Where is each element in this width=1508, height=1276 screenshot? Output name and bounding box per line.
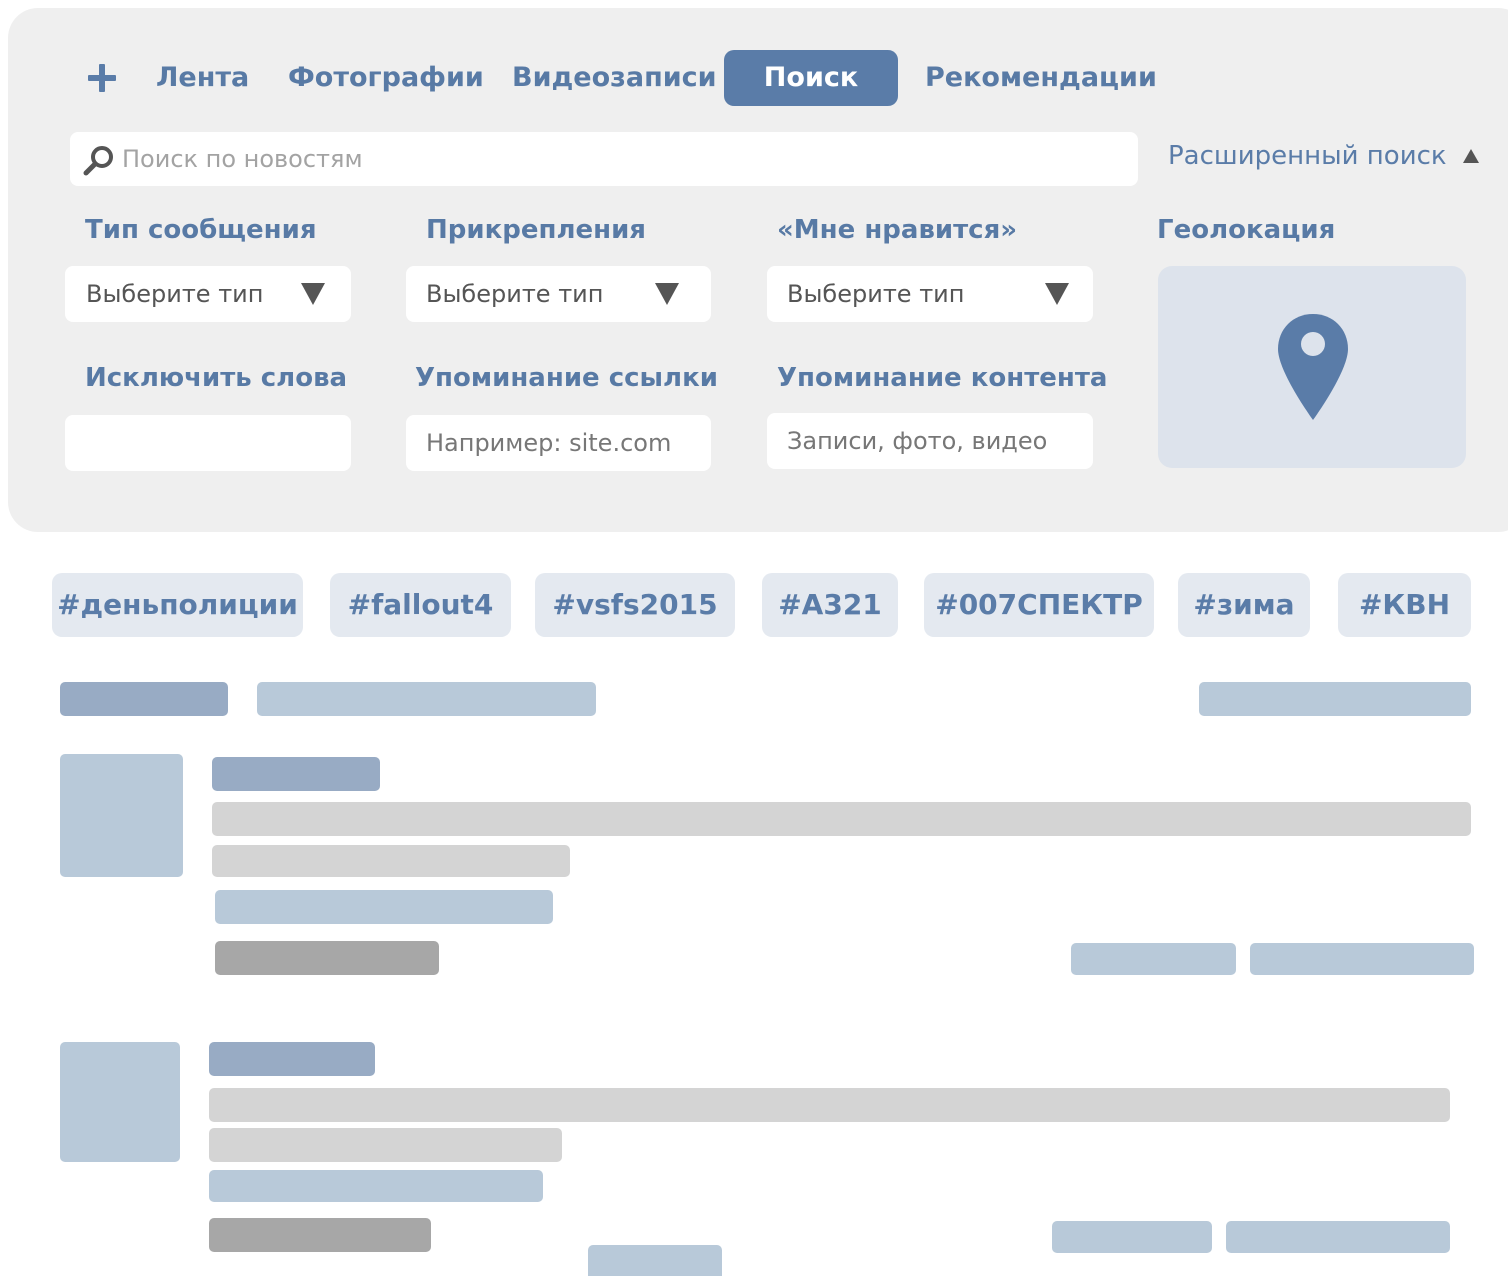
geolocation-label: Геолокация: [1157, 215, 1336, 245]
link-mention-input[interactable]: [426, 420, 696, 466]
tab-feed[interactable]: Лента: [156, 50, 249, 106]
skeleton-bar: [1199, 682, 1471, 716]
search-icon: [83, 146, 113, 176]
skeleton-bar: [209, 1170, 543, 1202]
skeleton-bar: [212, 845, 570, 877]
skeleton-avatar: [60, 754, 183, 877]
likes-label: «Мне нравится»: [777, 215, 1018, 245]
skeleton-bar: [215, 941, 439, 975]
skeleton-bar: [1071, 943, 1236, 975]
hashtag-chip[interactable]: #fallout4: [330, 573, 511, 637]
exclude-words-label: Исключить слова: [85, 363, 348, 393]
link-mention-label: Упоминание ссылки: [415, 363, 718, 393]
chevron-down-icon[interactable]: [654, 282, 680, 306]
attachments-value: Выберите тип: [426, 280, 604, 308]
likes-value: Выберите тип: [787, 280, 965, 308]
hashtag-chip[interactable]: #зима: [1178, 573, 1310, 637]
hashtag-chip[interactable]: #007СПЕКТР: [924, 573, 1154, 637]
chevron-down-icon[interactable]: [300, 282, 326, 306]
skeleton-avatar: [60, 1042, 180, 1162]
tab-photos[interactable]: Фотографии: [288, 50, 484, 106]
content-mention-input[interactable]: [787, 418, 1077, 464]
tab-recommendations[interactable]: Рекомендации: [925, 50, 1157, 106]
skeleton-bar: [209, 1218, 431, 1252]
tab-videos[interactable]: Видеозаписи: [512, 50, 717, 106]
skeleton-bar: [209, 1042, 375, 1076]
skeleton-bar: [60, 682, 228, 716]
exclude-words-input[interactable]: [85, 420, 335, 466]
hashtag-chip[interactable]: #деньполиции: [52, 573, 303, 637]
hashtag-chip[interactable]: #А321: [762, 573, 898, 637]
skeleton-bar: [588, 1245, 722, 1276]
tab-search[interactable]: Поиск: [724, 50, 898, 106]
plus-icon[interactable]: [88, 64, 116, 92]
triangle-up-icon[interactable]: [1462, 148, 1480, 164]
message-type-value: Выберите тип: [86, 280, 264, 308]
content-mention-label: Упоминание контента: [777, 363, 1108, 393]
skeleton-bar: [257, 682, 596, 716]
chevron-down-icon[interactable]: [1044, 282, 1070, 306]
skeleton-bar: [1226, 1221, 1450, 1253]
message-type-label: Тип сообщения: [85, 215, 317, 245]
skeleton-bar: [1250, 943, 1474, 975]
skeleton-bar: [212, 757, 380, 791]
search-input[interactable]: [122, 136, 1122, 182]
skeleton-bar: [1052, 1221, 1212, 1253]
skeleton-bar: [209, 1128, 562, 1162]
skeleton-bar: [209, 1088, 1450, 1122]
attachments-label: Прикрепления: [426, 215, 646, 245]
map-pin-icon: [1278, 314, 1348, 420]
hashtag-chip[interactable]: #КВН: [1338, 573, 1471, 637]
hashtag-chip[interactable]: #vsfs2015: [535, 573, 735, 637]
skeleton-bar: [215, 890, 553, 924]
advanced-search-link[interactable]: Расширенный поиск: [1168, 134, 1447, 178]
skeleton-bar: [212, 802, 1471, 836]
